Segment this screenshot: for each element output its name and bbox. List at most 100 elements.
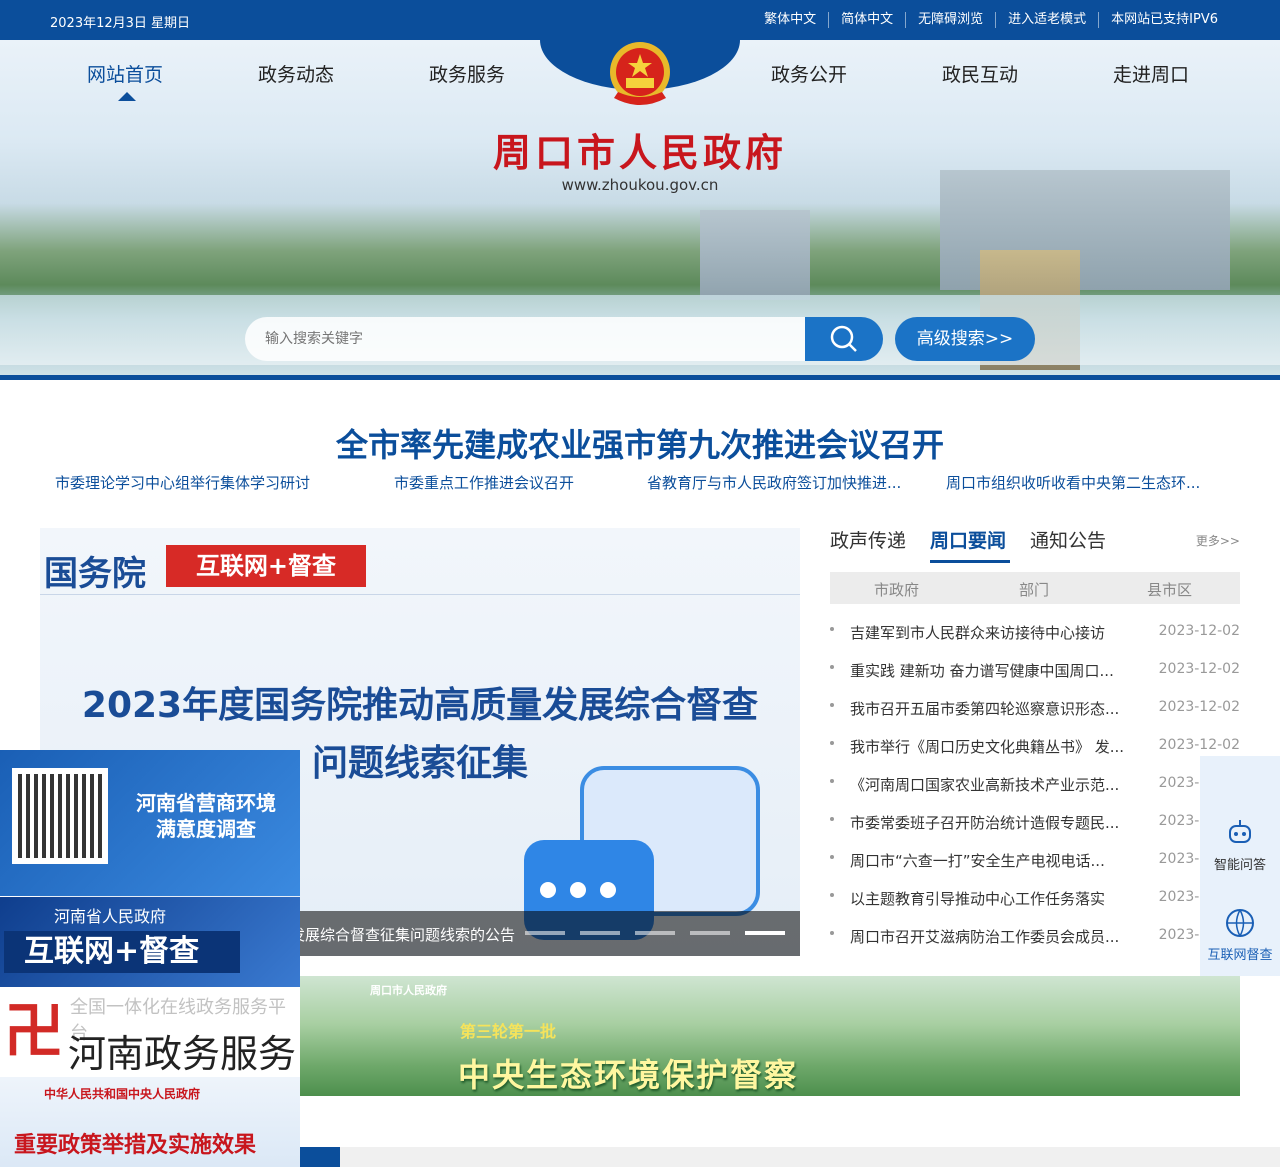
nav-home[interactable]: 网站首页 (40, 60, 210, 87)
news-sub-tabs: 市政府 部门 县市区 (830, 572, 1240, 604)
survey-title: 河南省营商环境 满意度调查 (126, 790, 286, 842)
search-button[interactable] (805, 317, 883, 361)
traditional-chinese-link[interactable]: 繁体中文 (752, 12, 828, 28)
nav-gov-news[interactable]: 政务动态 (211, 60, 381, 87)
smart-qa-button[interactable]: 智能问答 (1200, 816, 1280, 873)
survey-title-line2: 满意度调查 (156, 817, 256, 841)
news-title[interactable]: 《河南周口国家农业高新技术产业示范... (850, 774, 1150, 795)
current-date: 2023年12月3日 星期日 (50, 16, 191, 31)
sub-headline[interactable]: 省教育厅与市人民政府签订加快推进... (647, 472, 901, 493)
news-title[interactable]: 我市举行《周口历史文化典籍丛书》 发... (850, 736, 1150, 757)
sub-headline[interactable]: 市委理论学习中心组举行集体学习研讨 (55, 472, 310, 493)
elderly-mode-link[interactable]: 进入适老模式 (995, 12, 1098, 28)
tab-underline (930, 560, 1010, 563)
tab-voice[interactable]: 政声传递 (830, 526, 906, 553)
more-link[interactable]: 更多>> (1196, 532, 1240, 549)
slide-org: 国务院 (44, 554, 146, 594)
simplified-chinese-link[interactable]: 简体中文 (828, 12, 905, 28)
city-skyline (700, 210, 810, 300)
bullet-icon (830, 893, 834, 897)
bottom-section-tab[interactable] (300, 1147, 340, 1167)
news-title[interactable]: 周口市“六查一打”安全生产电视电话... (850, 850, 1150, 871)
list-item[interactable]: 以主题教育引导推动中心工作任务落实2023-12-01 (830, 882, 1240, 920)
bullet-icon (830, 627, 834, 631)
business-survey-card[interactable]: 河南省营商环境 满意度调查 (0, 750, 300, 896)
slide-indicator[interactable] (635, 931, 675, 935)
bullet-icon (830, 779, 834, 783)
slide-divider (40, 594, 800, 595)
list-item[interactable]: 我市举行《周口历史文化典籍丛书》 发... 2023-12-02 (830, 730, 1240, 768)
search-input[interactable] (245, 317, 765, 361)
sub-tab-departments[interactable]: 部门 (1019, 579, 1049, 600)
dot-icon (570, 882, 586, 898)
advanced-search-button[interactable]: 高级搜索>> (895, 317, 1035, 361)
supervision-org: 河南省人民政府 (54, 907, 167, 926)
list-item[interactable]: 周口市“六查一打”安全生产电视电话...2023-12-01 (830, 844, 1240, 882)
internet-supervision-card[interactable]: 河南省人民政府 互联网+督查 (0, 897, 300, 987)
sub-headline[interactable]: 市委重点工作推进会议召开 (394, 472, 574, 493)
dot-icon (600, 882, 616, 898)
bullet-icon (830, 665, 834, 669)
internet-supervise-label: 互联网督查 (1207, 948, 1273, 963)
slide-indicator-active[interactable] (745, 931, 785, 935)
news-date: 2023-12-02 (1158, 661, 1240, 677)
news-title[interactable]: 周口市召开艾滋病防治工作委员会成员... (850, 926, 1150, 947)
banner-org: 周口市人民政府 (370, 984, 447, 997)
list-item[interactable]: 周口市召开艾滋病防治工作委员会成员...2023-12-01 (830, 920, 1240, 958)
smart-qa-label: 智能问答 (1213, 858, 1266, 873)
policy-title: 重要政策举措及实施效果 (14, 1132, 257, 1158)
news-list: 吉建军到市人民群众来访接待中心接访 2023-12-02 重实践 建新功 奋力谱写… (830, 616, 1240, 958)
qr-code-icon (12, 768, 108, 864)
robot-icon (1229, 820, 1251, 843)
slide-indicator[interactable] (690, 931, 730, 935)
bullet-icon (830, 855, 834, 859)
list-item[interactable]: 重实践 建新功 奋力谱写健康中国周口... 2023-12-02 (830, 654, 1240, 692)
slide-indicator[interactable] (525, 931, 565, 935)
list-item[interactable]: 我市召开五届市委第四轮巡察意识形态... 2023-12-02 (830, 692, 1240, 730)
nav-active-caret (118, 92, 136, 101)
bullet-icon (830, 817, 834, 821)
banner-title: 中央生态环境保护督察 (458, 1056, 799, 1094)
central-gov-org: 中华人民共和国中央人民政府 (44, 1087, 201, 1101)
news-date: 2023-12-02 (1158, 623, 1240, 639)
accessibility-link[interactable]: 无障碍浏览 (905, 12, 995, 28)
news-date: 2023-12-02 (1158, 737, 1240, 753)
search-icon (830, 325, 857, 352)
nav-gov-public[interactable]: 政务公开 (724, 60, 894, 87)
news-date: 2023-12-02 (1158, 699, 1240, 715)
central-policy-card[interactable]: 中华人民共和国中央人民政府 重要政策举措及实施效果 (0, 1077, 300, 1167)
tab-notices[interactable]: 通知公告 (1030, 526, 1106, 553)
eco-inspection-banner[interactable]: 周口市人民政府 第三轮第一批 中央生态环境保护督察 (300, 976, 1240, 1096)
hero-banner: 网站首页 政务动态 政务服务 政务公开 政民互动 走进周口 周口市人民政府 ww… (0, 40, 1280, 380)
news-title[interactable]: 重实践 建新功 奋力谱写健康中国周口... (850, 660, 1150, 681)
henan-service-logo-icon: 卍 (4, 997, 64, 1067)
sub-tab-city-gov[interactable]: 市政府 (874, 579, 919, 600)
internet-supervise-button[interactable]: 互联网督查 (1200, 906, 1280, 963)
headline-main[interactable]: 全市率先建成农业强市第九次推进会议召开 (0, 420, 1280, 466)
news-title[interactable]: 吉建军到市人民群众来访接待中心接访 (850, 622, 1150, 643)
henan-service-card[interactable]: 卍 全国一体化在线政务服务平台 河南政务服务网 (0, 987, 300, 1131)
sub-headline[interactable]: 周口市组织收听收看中央第二生态环... (946, 472, 1200, 493)
slide-title-line1: 2023年度国务院推动高质量发展综合督查 (81, 685, 759, 726)
banner-bottom-line (0, 375, 1280, 380)
list-item[interactable]: 《河南周口国家农业高新技术产业示范...2023-12-02 (830, 768, 1240, 806)
banner-batch: 第三轮第一批 (460, 1022, 557, 1041)
bottom-section-bar (340, 1147, 1280, 1167)
site-title: 周口市人民政府 (492, 130, 787, 175)
tab-zhoukou-news[interactable]: 周口要闻 (930, 526, 1006, 553)
list-item[interactable]: 吉建军到市人民群众来访接待中心接访 2023-12-02 (830, 616, 1240, 654)
nav-about-zhoukou[interactable]: 走进周口 (1066, 60, 1236, 87)
nav-interaction[interactable]: 政民互动 (895, 60, 1065, 87)
news-title[interactable]: 市委常委班子召开防治统计造假专题民... (850, 812, 1150, 833)
floating-right-column: 智能问答 互联网督查 (1200, 756, 1280, 976)
list-item[interactable]: 市委常委班子召开防治统计造假专题民...2023-12-01 (830, 806, 1240, 844)
news-title[interactable]: 我市召开五届市委第四轮巡察意识形态... (850, 698, 1150, 719)
nav-gov-service[interactable]: 政务服务 (382, 60, 552, 87)
supervision-title: 互联网+督查 (4, 931, 240, 973)
bullet-icon (830, 741, 834, 745)
slide-indicator[interactable] (580, 931, 620, 935)
slide-caption[interactable]: 发展综合督查征集问题线索的公告 (290, 924, 515, 945)
national-emblem-icon (610, 42, 670, 105)
news-title[interactable]: 以主题教育引导推动中心工作任务落实 (850, 888, 1150, 909)
sub-tab-counties[interactable]: 县市区 (1147, 579, 1192, 600)
